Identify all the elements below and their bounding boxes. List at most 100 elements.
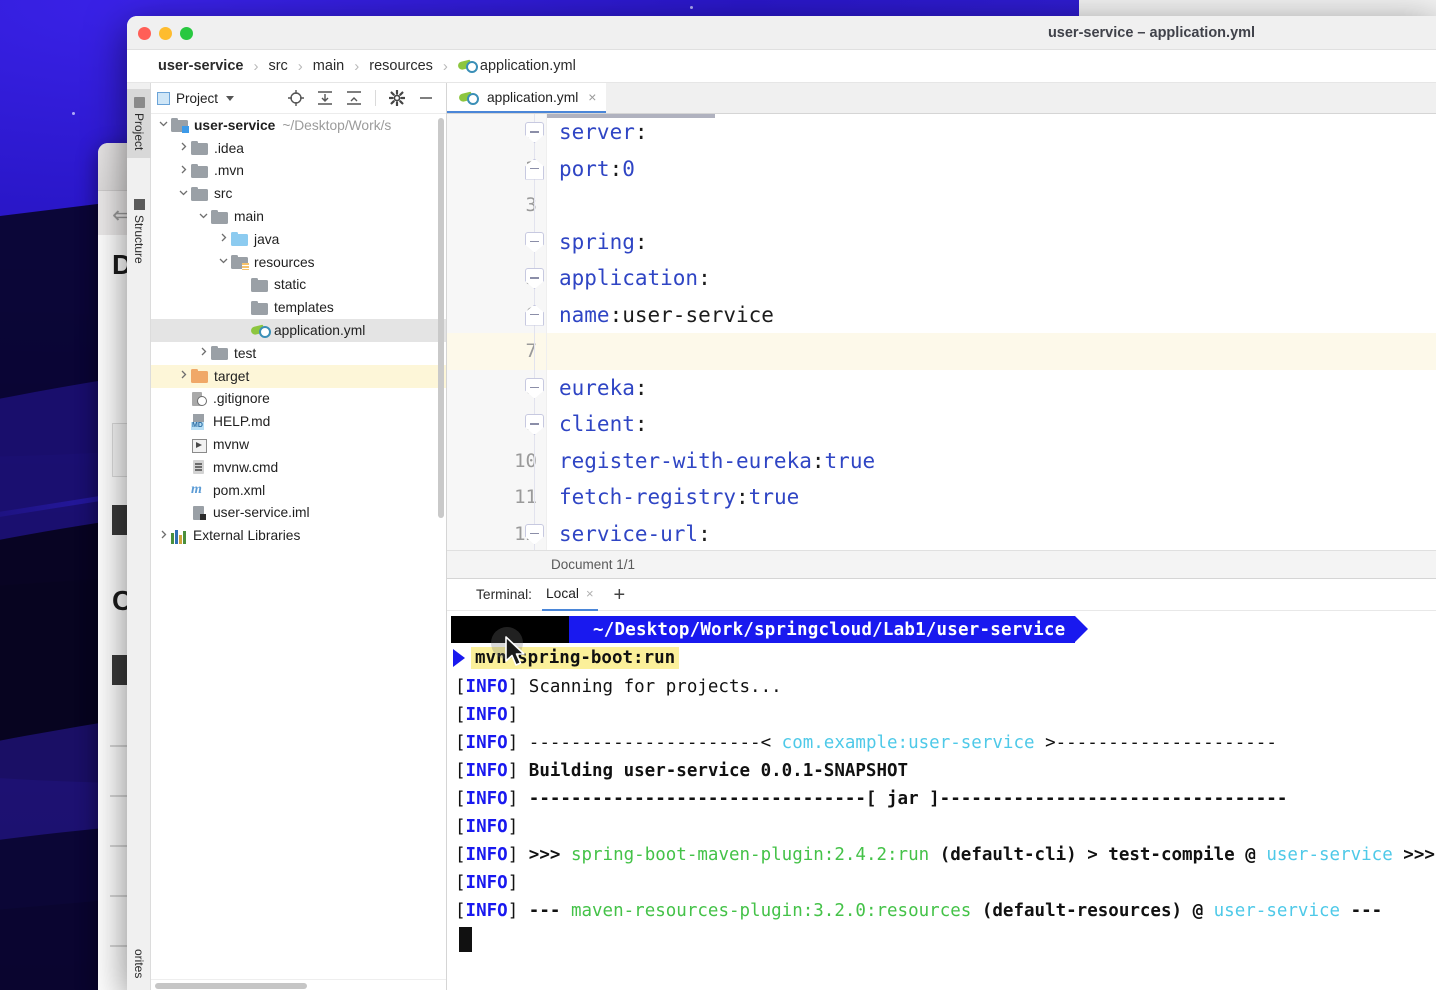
rail-project-label: Project: [132, 113, 146, 151]
new-terminal-tab-button[interactable]: +: [614, 585, 626, 605]
tree-item--mvn[interactable]: .mvn: [151, 160, 446, 183]
code-line[interactable]: fetch-registry: true: [547, 479, 1436, 516]
tree-item-test[interactable]: test: [151, 342, 446, 365]
chevron-right-icon[interactable]: [175, 141, 191, 155]
project-toolbar: Project: [151, 83, 446, 114]
tree-item-external-libraries[interactable]: External Libraries: [151, 524, 446, 547]
project-tree[interactable]: user-service ~/Desktop/Work/s .idea .mvn src…: [151, 114, 446, 979]
sidebar-item-favorites[interactable]: orites: [127, 941, 151, 986]
minimize-icon[interactable]: [418, 90, 434, 106]
breadcrumb-item-project[interactable]: user-service: [154, 58, 247, 74]
breadcrumb-item-file[interactable]: application.yml: [454, 58, 580, 74]
terminal-output-line: [INFO] >>> spring-boot-maven-plugin:2.4.…: [451, 841, 1436, 869]
tree-item-java[interactable]: java: [151, 228, 446, 251]
chevron-right-icon[interactable]: [175, 369, 191, 383]
tree-item-label: .gitignore: [213, 391, 270, 407]
tree-item-help-md[interactable]: HELP.md: [151, 410, 446, 433]
bracket: [: [455, 761, 466, 781]
fold-toggle-icon[interactable]: [525, 158, 544, 180]
tree-item-application-yml[interactable]: application.yml: [151, 319, 446, 342]
chevron-right-icon[interactable]: [155, 529, 171, 543]
tab-application-yml[interactable]: application.yml ×: [447, 83, 607, 113]
tab-local[interactable]: Local ×: [541, 579, 598, 611]
fold-toggle-icon[interactable]: [525, 122, 544, 143]
code-line[interactable]: spring:: [547, 224, 1436, 261]
breadcrumb-file-label: application.yml: [479, 58, 576, 74]
fold-toggle-icon[interactable]: [525, 377, 544, 399]
bracket: [: [455, 789, 466, 809]
tree-item-label: user-service.iml: [213, 505, 310, 521]
tree-horizontal-scrollbar[interactable]: [151, 979, 446, 990]
chevron-down-icon[interactable]: [195, 210, 211, 224]
tree-item-mvnw-cmd[interactable]: mvnw.cmd: [151, 456, 446, 479]
chevron-down-icon[interactable]: [226, 95, 235, 101]
code-line[interactable]: name: user-service: [547, 297, 1436, 334]
locate-icon[interactable]: [288, 90, 304, 106]
code-line[interactable]: client:: [547, 406, 1436, 443]
terminal-text: (default-cli) > test-compile @: [929, 845, 1267, 865]
tree-item-target[interactable]: target: [151, 364, 446, 388]
tree-vertical-scrollbar[interactable]: [438, 118, 444, 518]
code-editor[interactable]: 123456789101112 server: port: 0 spring: a…: [447, 114, 1436, 550]
chevron-right-icon[interactable]: [195, 346, 211, 360]
code-content[interactable]: server: port: 0 spring: application: name…: [547, 114, 1436, 550]
tree-item-pom-xml[interactable]: m pom.xml: [151, 479, 446, 502]
code-line[interactable]: eureka:: [547, 370, 1436, 407]
window-titlebar: user-service – application.yml: [127, 16, 1436, 50]
iml-file-icon: [191, 505, 207, 521]
fold-markers[interactable]: [525, 114, 547, 550]
tree-item--gitignore[interactable]: .gitignore: [151, 388, 446, 411]
bracket: [: [455, 677, 466, 697]
tree-item-resources[interactable]: resources: [151, 251, 446, 274]
fold-toggle-icon[interactable]: [525, 231, 544, 253]
close-icon[interactable]: ×: [586, 586, 594, 601]
tree-item-main[interactable]: main: [151, 205, 446, 228]
tree-item-user-service-iml[interactable]: user-service.iml: [151, 502, 446, 525]
tree-item-templates[interactable]: templates: [151, 296, 446, 319]
bracket: ]: [507, 733, 519, 753]
yaml-colon: :: [609, 302, 623, 327]
chevron-down-icon[interactable]: [175, 187, 191, 201]
log-level: INFO: [465, 873, 508, 893]
terminal-output[interactable]: ~/Desktop/Work/springcloud/Lab1/user-ser…: [447, 611, 1436, 990]
tree-item--idea[interactable]: .idea: [151, 137, 446, 160]
code-line[interactable]: application:: [547, 260, 1436, 297]
chevron-down-icon[interactable]: [215, 255, 231, 269]
fold-toggle-icon[interactable]: [525, 268, 544, 289]
fold-toggle-icon[interactable]: [525, 414, 544, 435]
tree-item-label: test: [234, 345, 257, 361]
sidebar-item-project[interactable]: Project: [127, 89, 151, 159]
code-line[interactable]: [547, 187, 1436, 224]
sidebar-item-structure[interactable]: Structure: [127, 191, 151, 272]
yaml-key: service-url: [559, 521, 699, 546]
expand-all-icon[interactable]: [346, 90, 362, 106]
tree-item-label: .mvn: [214, 163, 244, 179]
breadcrumb-item-resources[interactable]: resources: [365, 58, 437, 74]
code-line[interactable]: register-with-eureka: true: [547, 443, 1436, 480]
tree-item-static[interactable]: static: [151, 274, 446, 297]
fold-toggle-icon[interactable]: [525, 523, 544, 545]
gear-icon[interactable]: [389, 90, 405, 106]
chevron-right-icon[interactable]: [215, 232, 231, 246]
tree-item-label: main: [234, 209, 264, 225]
close-icon[interactable]: ×: [588, 89, 596, 105]
scrollbar-thumb[interactable]: [155, 983, 307, 989]
collapse-all-icon[interactable]: [317, 90, 333, 106]
fold-toggle-icon[interactable]: [525, 304, 544, 326]
code-line[interactable]: [547, 333, 1436, 370]
chevron-down-icon[interactable]: [155, 118, 171, 132]
tree-item-mvnw[interactable]: mvnw: [151, 433, 446, 456]
bracket: [: [455, 873, 466, 893]
window-title: user-service – application.yml: [1047, 25, 1256, 41]
code-line[interactable]: service-url:: [547, 516, 1436, 551]
project-pane-title[interactable]: Project: [157, 91, 235, 106]
tree-item-src[interactable]: src: [151, 182, 446, 205]
breadcrumb-item-src[interactable]: src: [264, 58, 291, 74]
code-line[interactable]: server:: [547, 114, 1436, 151]
yaml-colon: :: [634, 375, 648, 400]
breadcrumb-item-main[interactable]: main: [309, 58, 348, 74]
code-line[interactable]: port: 0: [547, 151, 1436, 188]
terminal-cursor: [459, 926, 472, 952]
tree-item-user-service[interactable]: user-service ~/Desktop/Work/s: [151, 114, 446, 137]
chevron-right-icon[interactable]: [175, 164, 191, 178]
